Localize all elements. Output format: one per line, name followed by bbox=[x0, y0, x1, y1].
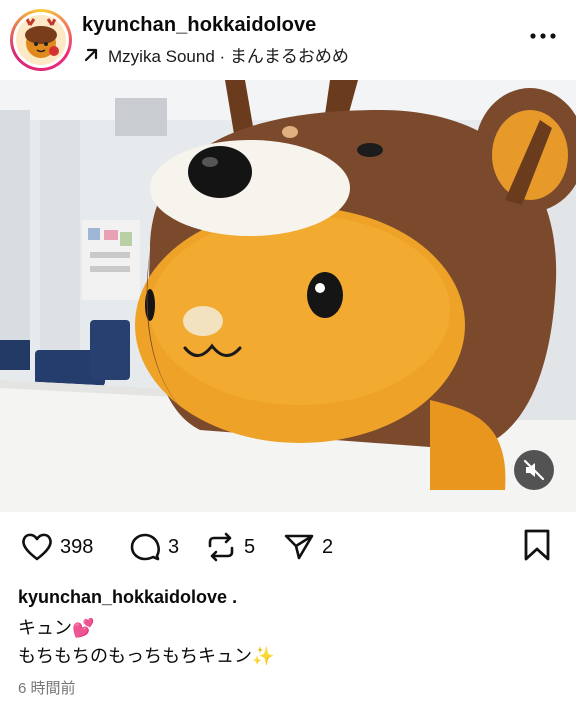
repost-icon bbox=[208, 532, 234, 562]
heart-icon bbox=[22, 533, 52, 561]
comment-bubble-icon bbox=[130, 533, 160, 561]
caption-username[interactable]: kyunchan_hokkaidolove . bbox=[18, 587, 237, 608]
mute-button[interactable] bbox=[514, 450, 554, 490]
mascot-photo bbox=[0, 80, 576, 512]
share-count: 2 bbox=[322, 535, 334, 558]
post-timestamp: 6 時間前 bbox=[18, 680, 76, 697]
avatar-image bbox=[16, 15, 66, 65]
like-button[interactable]: 398 bbox=[20, 530, 93, 564]
arrow-up-right-icon bbox=[84, 48, 98, 61]
avatar[interactable] bbox=[10, 9, 72, 71]
audio-link[interactable]: Mzyika Sound · まんまるおめめ bbox=[82, 42, 349, 67]
action-bar: 398 3 5 2 bbox=[0, 520, 576, 576]
repost-button[interactable]: 5 bbox=[204, 530, 255, 564]
share-button[interactable]: 2 bbox=[282, 530, 333, 564]
bookmark-icon[interactable] bbox=[522, 528, 552, 562]
more-dots-icon[interactable] bbox=[528, 24, 558, 48]
post-header: kyunchan_hokkaidolove Mzyika Sound · まんま… bbox=[0, 0, 576, 80]
audio-label: Mzyika Sound · まんまるおめめ bbox=[108, 47, 349, 66]
like-count: 398 bbox=[60, 535, 94, 558]
caption-line-2: もちもちのもっちもちキュン✨ bbox=[18, 646, 275, 666]
send-icon bbox=[284, 534, 314, 560]
speaker-muted-icon bbox=[523, 459, 545, 481]
header-username[interactable]: kyunchan_hokkaidolove bbox=[82, 14, 316, 37]
post-image[interactable] bbox=[0, 80, 576, 512]
repost-count: 5 bbox=[244, 535, 256, 558]
caption-line-1: キュン💕 bbox=[18, 618, 95, 638]
comment-count: 3 bbox=[168, 535, 180, 558]
comment-button[interactable]: 3 bbox=[128, 530, 179, 564]
